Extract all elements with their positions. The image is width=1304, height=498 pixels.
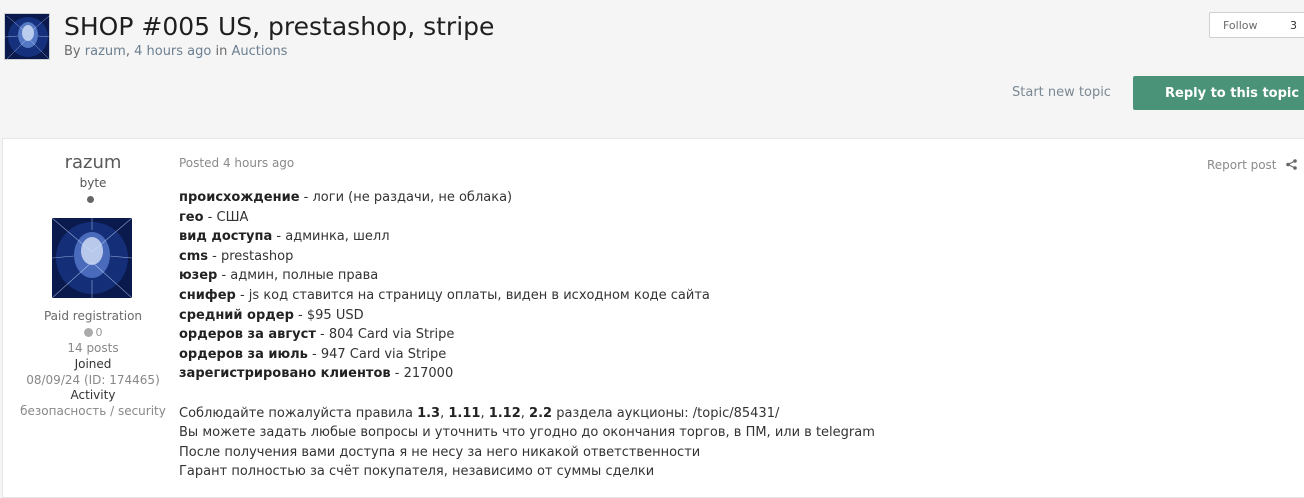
post-field-line: снифер - js код ставится на страницу опл… [179,287,710,303]
field-label: зарегистрировано клиентов [179,366,391,382]
follow-label: Follow [1223,19,1258,32]
field-value: США [216,209,249,225]
post-content: происхождение - логи (не раздачи, не обл… [179,188,875,482]
byline-author-link[interactable]: razum [85,44,126,59]
activity-value: безопасность / security [20,404,166,418]
rules-line: Соблюдайте пожалуйста правила 1.3, 1.11,… [179,405,780,421]
field-value: админка, шелл [285,229,390,245]
post-field-line: ордеров за июль - 947 Card via Stripe [179,346,447,362]
byline-prefix: By [64,44,81,59]
field-label: средний ордер [179,307,294,323]
topic-header: SHOP #005 US, prestashop, stripe By razu… [0,0,1304,138]
field-value: $95 USD [306,307,364,323]
field-value: 217000 [403,366,454,382]
post-field-line: ордеров за август - 804 Card via Stripe [179,327,455,343]
author-avatar[interactable] [52,218,132,298]
reply-button[interactable]: Reply to this topic [1133,76,1304,110]
field-value: prestashop [220,248,294,264]
note-line: Вы можете задать любые вопросы и уточнит… [179,425,875,441]
topic-byline: By razum, 4 hours ago in Auctions [64,44,288,59]
posted-prefix: Posted [179,156,220,170]
topic-title: SHOP #005 US, prestashop, stripe [64,12,495,41]
report-post-link[interactable]: Report post [1207,158,1277,172]
post-field-line: юзер - админ, полные права [179,268,379,284]
byline-time[interactable]: 4 hours ago [134,44,211,59]
reputation-icon [83,328,93,337]
field-label: гео [179,209,204,225]
post-fields: происхождение - логи (не раздачи, не обл… [179,188,875,384]
post-field-line: вид доступа - админка, шелл [179,229,390,245]
post-date: Posted 4 hours ago [179,156,294,170]
field-label: ордеров за июль [179,346,308,362]
post-field-line: зарегистрировано клиентов - 217000 [179,366,454,382]
field-label: юзер [179,268,218,284]
byline-forum-link[interactable]: Auctions [232,44,288,59]
post-field-line: гео - США [179,209,249,225]
field-value: логи (не раздачи, не облака) [312,190,513,205]
follow-count: 3 [1290,19,1297,32]
online-status-icon [87,196,94,203]
author-posts-link[interactable]: 14 posts [3,341,183,355]
follow-button[interactable]: Follow 3 [1209,12,1304,38]
field-value: админ, полные права [230,268,379,284]
author-rank: byte [79,176,107,190]
field-value: 804 Card via Stripe [328,327,455,343]
topic-author-avatar[interactable] [4,13,50,60]
post-field-line: cms - prestashop [179,248,294,264]
reputation: 0 [3,326,183,339]
joined-value: 08/09/24 (ID: 174465) [26,373,160,387]
post-field-line: происхождение - логи (не раздачи, не обл… [179,190,513,205]
field-label: происхождение [179,190,300,205]
field-label: ордеров за август [179,327,316,343]
author-name[interactable]: razum [3,152,183,173]
byline-in: in [215,44,228,59]
field-label: вид доступа [179,229,273,245]
field-label: снифер [179,287,236,303]
author-group: Paid registration [43,309,143,323]
reputation-value: 0 [95,326,103,339]
note-line: После получения вами доступа я не несу з… [179,444,701,460]
note-line: Гарант полностью за счёт покупателя, нез… [179,464,655,480]
field-label: cms [179,248,208,264]
post-field-line: средний ордер - $95 USD [179,307,364,323]
share-icon[interactable] [1286,159,1297,170]
field-value: 947 Card via Stripe [320,346,447,362]
field-value: js код ставится на страницу оплаты, виде… [248,287,710,303]
activity-label: Activity [70,388,116,402]
joined-label: Joined [74,357,112,371]
post: razum byte Paid registration 0 14 posts … [2,138,1304,498]
posted-time[interactable]: 4 hours ago [223,156,294,170]
start-new-topic-link[interactable]: Start new topic [1012,85,1111,100]
